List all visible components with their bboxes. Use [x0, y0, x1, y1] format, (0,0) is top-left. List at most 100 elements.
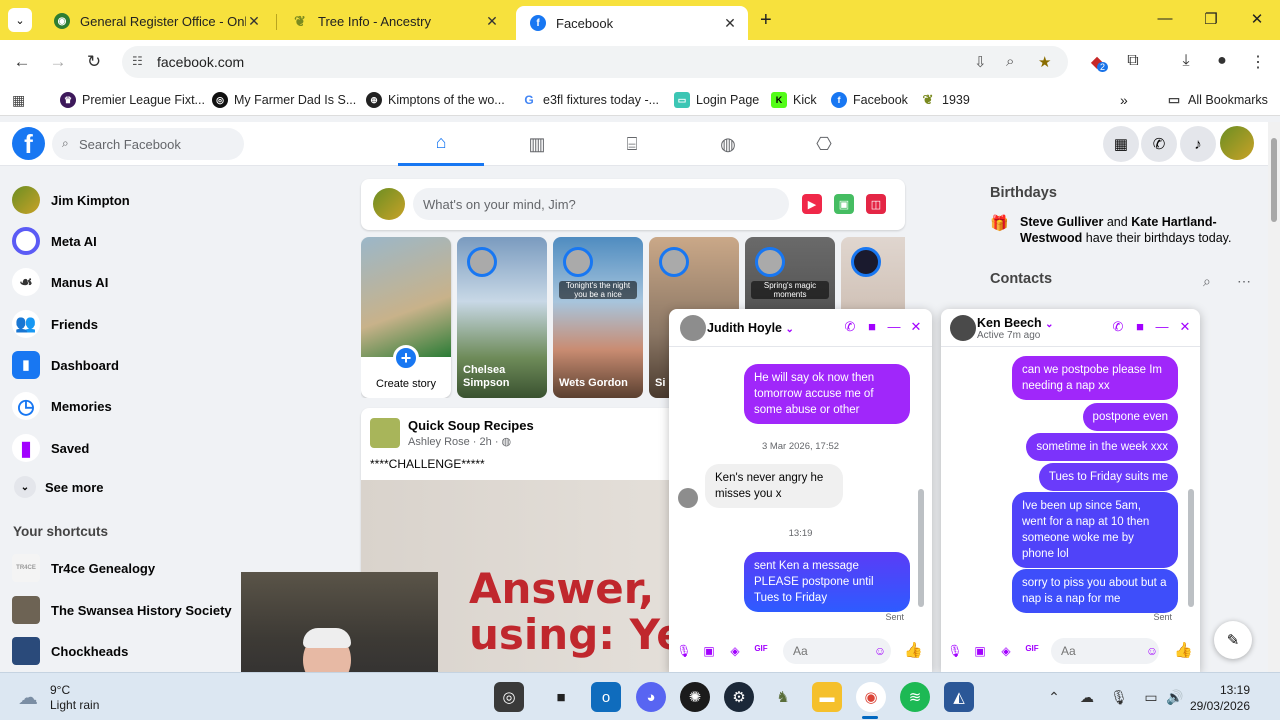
- sidebar-item-manus-ai[interactable]: ☙ Manus AI: [12, 264, 108, 300]
- taskbar-spotify[interactable]: ≋: [900, 682, 930, 712]
- tray-overflow-chevron-icon[interactable]: ⌃: [1045, 689, 1063, 706]
- story-card[interactable]: Tonight's the night you be a nice Wets G…: [553, 237, 643, 398]
- account-avatar[interactable]: [1220, 126, 1254, 160]
- gif-icon[interactable]: GIF: [1024, 644, 1040, 653]
- volume-icon[interactable]: 🔊: [1166, 689, 1184, 706]
- sidebar-item-meta-ai[interactable]: Meta AI: [12, 223, 97, 259]
- reload-icon[interactable]: ↻: [83, 52, 105, 72]
- minimize-chat-icon[interactable]: —: [1153, 319, 1171, 334]
- restore-window-icon[interactable]: ❐: [1201, 10, 1221, 28]
- thumbs-up-icon[interactable]: 👍: [1174, 641, 1193, 659]
- video-call-icon[interactable]: ■: [1131, 319, 1149, 334]
- sidebar-item-friends[interactable]: 👥 Friends: [12, 306, 98, 342]
- close-window-icon[interactable]: ✕: [1247, 10, 1267, 28]
- live-video-icon[interactable]: ▶: [802, 194, 822, 214]
- menu-grid-button[interactable]: ▦: [1103, 126, 1139, 162]
- network-icon[interactable]: ▭: [1142, 689, 1160, 706]
- close-tab-icon[interactable]: ✕: [484, 13, 500, 30]
- url-input[interactable]: [157, 46, 957, 78]
- more-options-icon[interactable]: ⋯: [1237, 273, 1251, 290]
- taskbar-steam[interactable]: ⚙: [724, 682, 754, 712]
- sidebar-item-memories[interactable]: ◷ Memories: [12, 388, 112, 424]
- tab-facebook[interactable]: f Facebook ✕: [516, 6, 748, 40]
- close-tab-icon[interactable]: ✕: [722, 15, 738, 32]
- close-chat-icon[interactable]: ✕: [1176, 319, 1194, 335]
- facebook-logo[interactable]: f: [12, 127, 45, 160]
- bookmark-premier-league[interactable]: ♛ Premier League Fixt...: [60, 92, 205, 108]
- taskbar-file-explorer[interactable]: ▬: [812, 682, 842, 712]
- profile-avatar-icon[interactable]: ●: [1211, 52, 1233, 70]
- weather-temperature[interactable]: 9°C: [50, 683, 70, 697]
- photo-icon[interactable]: ▣: [701, 644, 717, 658]
- messenger-button[interactable]: ✆: [1141, 126, 1177, 162]
- page-avatar[interactable]: [370, 418, 400, 448]
- minimize-chat-icon[interactable]: —: [885, 319, 903, 334]
- emoji-icon[interactable]: ☺: [872, 644, 888, 658]
- back-arrow-icon[interactable]: ←: [11, 52, 33, 72]
- tab-general-register-office[interactable]: ◉ General Register Office - Online ✕: [40, 6, 272, 36]
- shortcut-tr4ce-genealogy[interactable]: TR4CE Tr4ce Genealogy: [12, 550, 155, 586]
- close-tab-icon[interactable]: ✕: [246, 13, 262, 30]
- emoji-icon[interactable]: ☺: [1144, 644, 1160, 658]
- clock-date[interactable]: 29/03/2026: [1190, 699, 1250, 713]
- sidebar-item-profile[interactable]: Jim Kimpton: [12, 182, 130, 218]
- bookmark-kick[interactable]: K Kick: [771, 92, 817, 108]
- nav-home[interactable]: ⌂: [398, 122, 484, 166]
- chat-header[interactable]: Judith Hoyle ⌄ ✆ ■ — ✕: [669, 309, 932, 347]
- photo-icon[interactable]: ▣: [972, 644, 988, 658]
- sticker-icon[interactable]: ◈: [998, 644, 1014, 658]
- bookmark-e3fl-fixtures[interactable]: Ge3fl fixtures today -...: [521, 92, 659, 108]
- bookmark-facebook[interactable]: f Facebook: [831, 92, 908, 108]
- all-bookmarks-folder[interactable]: ▭ All Bookmarks: [1166, 92, 1268, 108]
- chat-scrollbar[interactable]: [1188, 357, 1194, 617]
- microphone-icon[interactable]: 🎙: [1110, 689, 1128, 706]
- more-bookmarks-chevron-icon[interactable]: »: [1120, 92, 1128, 108]
- tab-search-button[interactable]: ⌄: [8, 8, 32, 32]
- page-scrollbar[interactable]: [1268, 122, 1280, 672]
- download-icon[interactable]: ⤓: [1175, 52, 1197, 70]
- photo-video-icon[interactable]: ▣: [834, 194, 854, 214]
- new-tab-plus-icon[interactable]: +: [760, 9, 772, 32]
- story-card[interactable]: Chelsea Simpson: [457, 237, 547, 398]
- taskbar-app[interactable]: ◭: [944, 682, 974, 712]
- bookmark-1939[interactable]: ❦ 1939: [920, 92, 970, 108]
- notifications-button[interactable]: ♪: [1180, 126, 1216, 162]
- nav-gaming[interactable]: ⎔: [781, 122, 867, 166]
- message-input[interactable]: [1051, 638, 1159, 664]
- nav-groups[interactable]: ◍: [685, 122, 771, 166]
- close-chat-icon[interactable]: ✕: [907, 319, 925, 335]
- new-message-button[interactable]: ✎: [1214, 621, 1252, 659]
- chat-scrollbar[interactable]: [918, 357, 924, 617]
- gif-icon[interactable]: GIF: [753, 644, 769, 653]
- forward-arrow-icon[interactable]: →: [47, 52, 69, 72]
- shortcut-swansea-history[interactable]: The Swansea History Society: [12, 592, 232, 628]
- address-bar[interactable]: ☷ ⇩ ⌕ ★: [122, 46, 1068, 78]
- microphone-icon[interactable]: 🎙: [676, 644, 692, 658]
- chrome-menu-icon[interactable]: ⋮: [1247, 52, 1269, 72]
- clock-time[interactable]: 13:19: [1220, 683, 1250, 697]
- taskbar-app-tile[interactable]: ■: [546, 682, 576, 712]
- chat-contact-name[interactable]: Judith Hoyle ⌄: [707, 321, 794, 335]
- search-input[interactable]: [79, 128, 239, 160]
- nav-dashboard[interactable]: ▥: [494, 122, 580, 166]
- phone-call-icon[interactable]: ✆: [841, 319, 859, 335]
- bookmark-star-icon[interactable]: ★: [1038, 53, 1051, 71]
- sidebar-item-dashboard[interactable]: ▮ Dashboard: [12, 347, 119, 383]
- scrollbar-thumb[interactable]: [918, 489, 924, 607]
- post-page-name[interactable]: Quick Soup Recipes: [408, 418, 534, 433]
- taskbar-app[interactable]: ♞: [768, 682, 798, 712]
- install-app-icon[interactable]: ⇩: [974, 53, 987, 71]
- weather-description[interactable]: Light rain: [50, 698, 99, 712]
- site-info-icon[interactable]: ☷: [132, 54, 148, 70]
- microphone-icon[interactable]: 🎙: [947, 644, 963, 658]
- create-story-card[interactable]: + Create story: [361, 237, 451, 398]
- chat-contact-name[interactable]: Ken Beech ⌄: [977, 316, 1053, 330]
- video-call-icon[interactable]: ■: [863, 319, 881, 334]
- apps-grid-icon[interactable]: ▦: [12, 92, 25, 109]
- taskbar-discord[interactable]: ◕: [636, 682, 666, 712]
- rain-cloud-icon[interactable]: ☁: [18, 685, 38, 710]
- bookmark-my-farmer-dad[interactable]: ◎ My Farmer Dad Is S...: [212, 92, 356, 108]
- reel-icon[interactable]: ◫: [866, 194, 886, 214]
- nav-marketplace[interactable]: ⌸: [589, 122, 675, 166]
- sticker-icon[interactable]: ◈: [727, 644, 743, 658]
